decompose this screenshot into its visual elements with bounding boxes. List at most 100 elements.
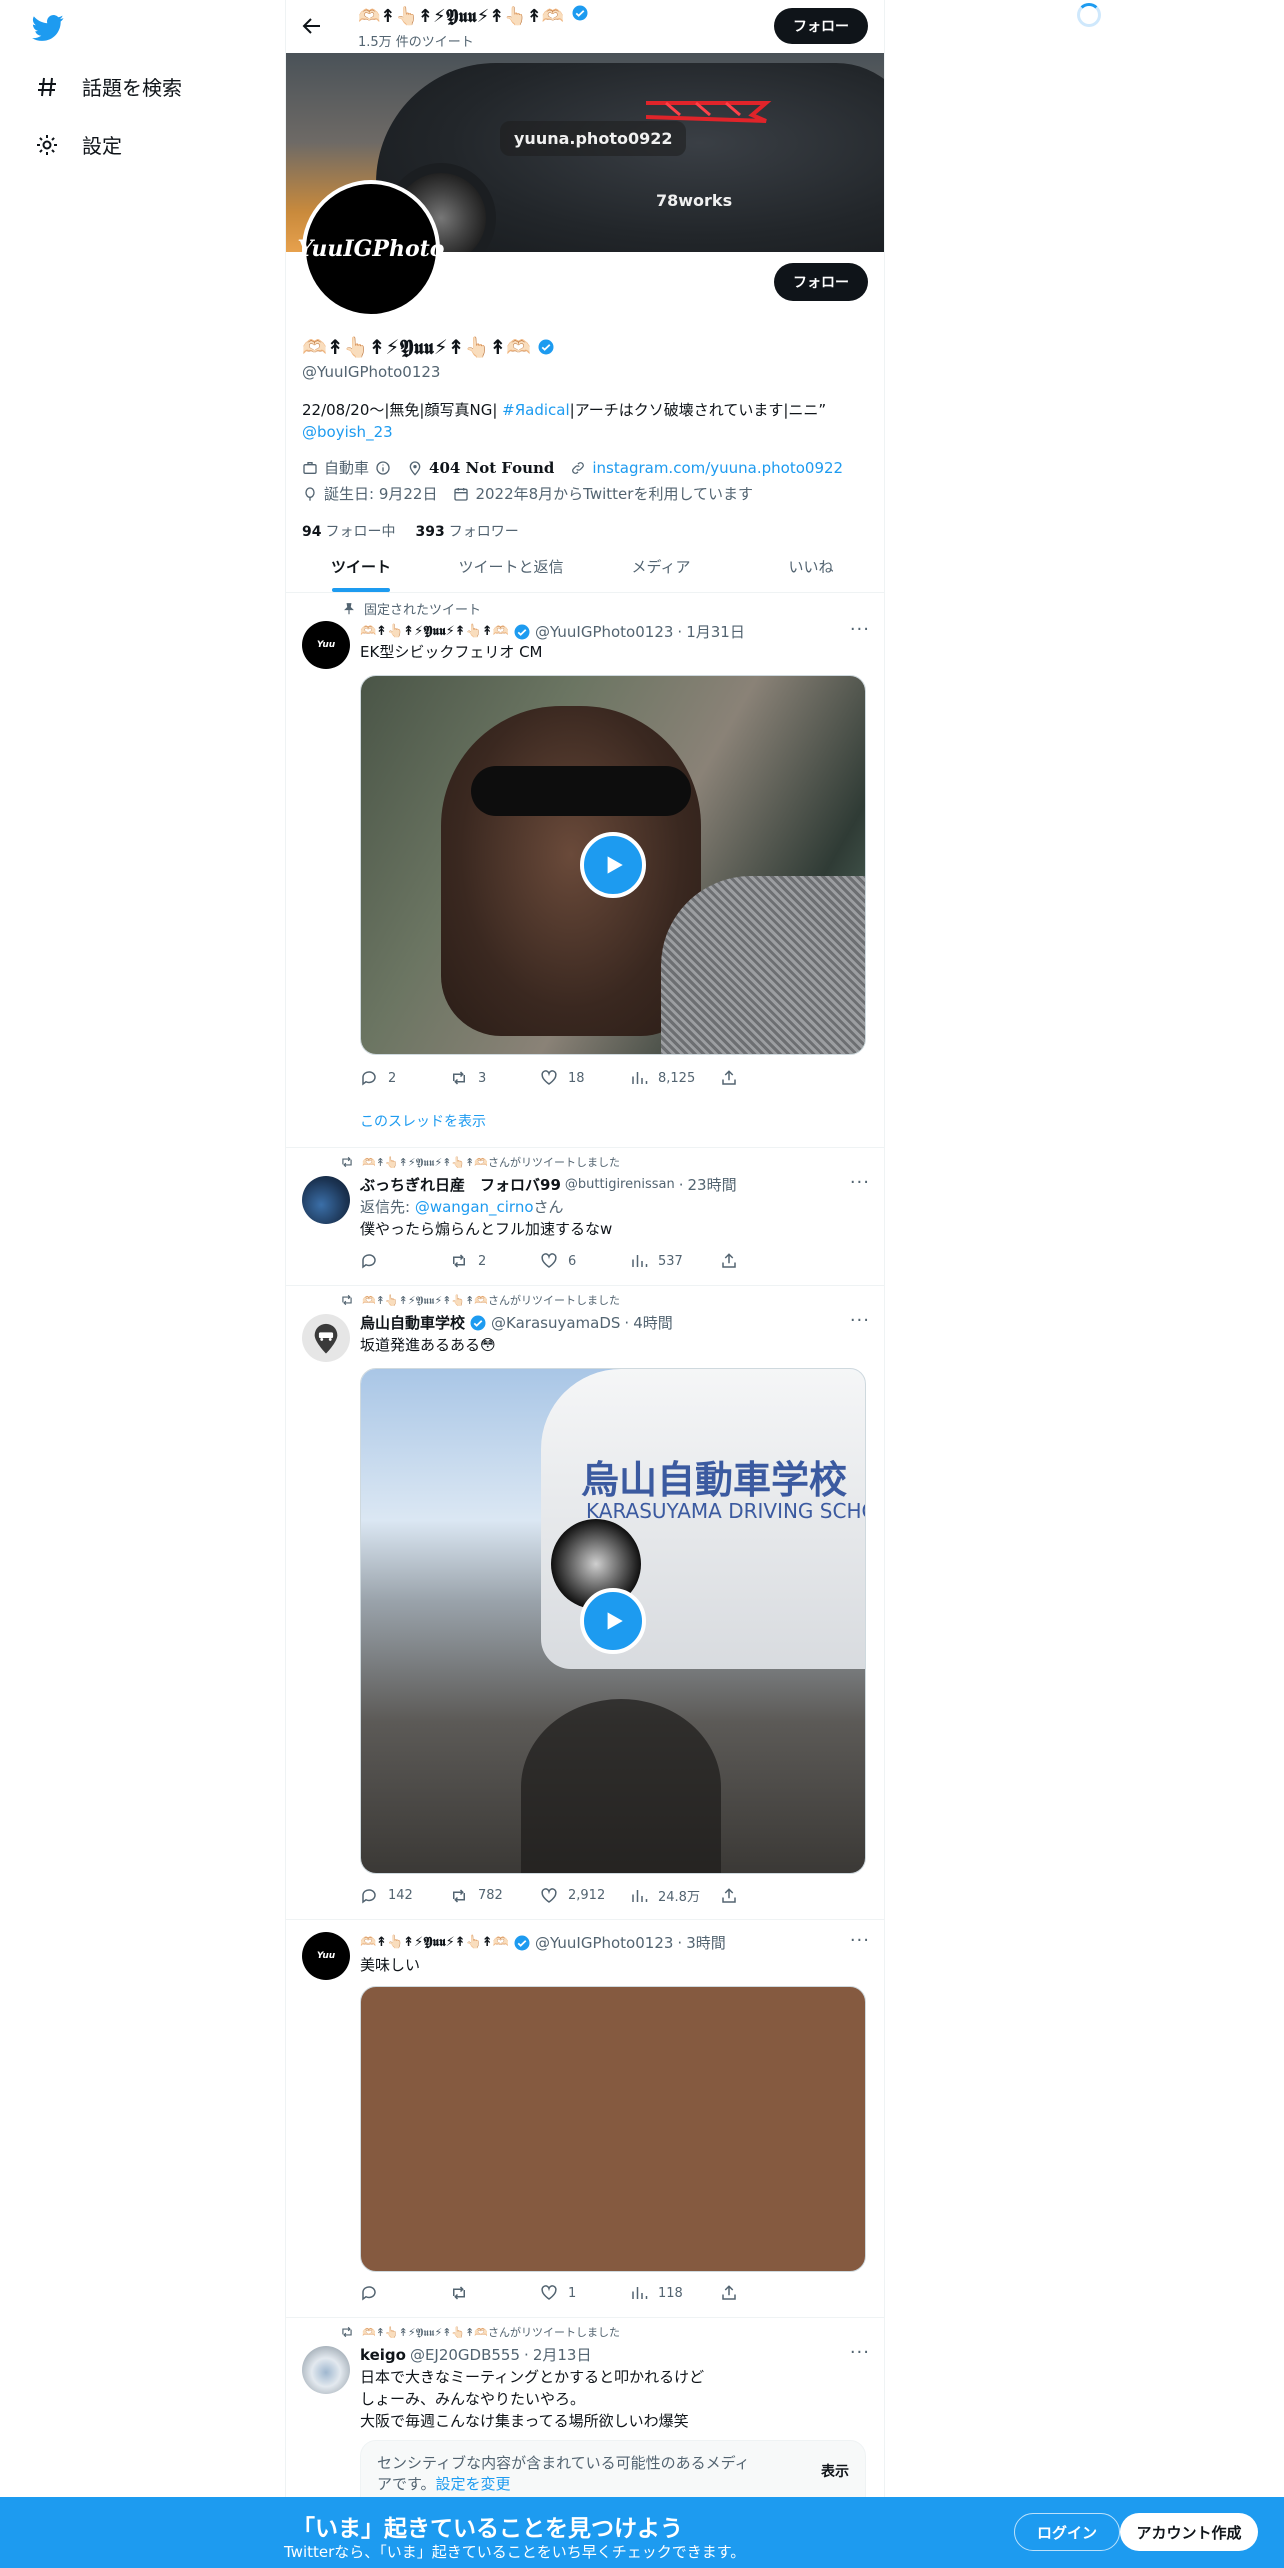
more-options-icon[interactable]: ··· xyxy=(850,1172,870,1193)
reply-action[interactable] xyxy=(360,2284,430,2302)
more-options-icon[interactable]: ··· xyxy=(850,1310,870,1331)
show-media-button[interactable]: 表示 xyxy=(821,2461,849,2481)
tweet-text: 美味しい xyxy=(360,1956,421,1974)
twitter-logo-icon[interactable] xyxy=(30,12,66,44)
profile-birthday: 誕生日: 9月22日 xyxy=(302,483,437,505)
tweet-header: keigo @EJ20GDB555 · 2月13日 xyxy=(360,2344,592,2365)
reply-action[interactable] xyxy=(360,1252,430,1270)
back-arrow-icon[interactable] xyxy=(300,14,324,38)
views-action[interactable]: 537 xyxy=(630,1252,700,1270)
tweet-time[interactable]: 4時間 xyxy=(633,1312,673,1333)
tweet-retweet-nissan[interactable]: 🫶🏻↟👆🏻↟⚡𝖄𝖚𝖚⚡↟👆🏻↟🫶🏻さんがリツイートしました ぶっちぎれ日産 フォ… xyxy=(286,1148,884,1286)
like-action[interactable]: 6 xyxy=(540,1252,610,1270)
like-action[interactable]: 1 xyxy=(540,2284,610,2302)
retweet-action[interactable]: 3 xyxy=(450,1069,520,1087)
views-action[interactable]: 8,125 xyxy=(630,1069,700,1087)
play-button-icon[interactable] xyxy=(580,832,646,898)
views-chart-icon xyxy=(632,2287,648,2299)
views-action[interactable]: 24.8万 xyxy=(630,1886,700,1905)
nav-explore[interactable]: 話題を検索 xyxy=(34,72,182,101)
signup-subtitle: Twitterなら、「いま」起きていることをいち早くチェックできます。 xyxy=(284,2543,746,2561)
more-options-icon[interactable]: ··· xyxy=(850,2342,870,2363)
tweet-food[interactable]: Yuu 🫶🏻↟👆🏻↟⚡𝖄𝖚𝖚⚡↟👆🏻↟🫶🏻 @YuuIGPhoto0123 · 3… xyxy=(286,1920,884,2318)
tweet-count: 1.5万 件のツイート xyxy=(358,35,474,50)
tweet-text: 坂道発進あるある😳 xyxy=(360,1336,496,1354)
calendar-icon xyxy=(454,488,469,501)
share-action[interactable] xyxy=(720,2284,790,2302)
views-chart-icon xyxy=(632,1072,648,1084)
retweet-label: 🫶🏻↟👆🏻↟⚡𝖄𝖚𝖚⚡↟👆🏻↟🫶🏻さんがリツイートしました xyxy=(342,1154,620,1170)
link-icon xyxy=(572,462,585,474)
tweet-avatar[interactable]: Yuu xyxy=(302,621,350,669)
bio-mention-link[interactable]: @boyish_23 xyxy=(302,423,393,441)
heart-icon xyxy=(541,1253,557,1268)
signup-title: 「いま」起きていることを見つけよう xyxy=(292,2516,683,2542)
video-sunglasses-shape xyxy=(471,766,691,816)
more-options-icon[interactable]: ··· xyxy=(850,1930,870,1951)
banner-caption-works: 78works xyxy=(656,191,733,210)
reply-icon xyxy=(362,1071,376,1086)
play-button-icon[interactable] xyxy=(580,1588,646,1654)
retweet-icon xyxy=(453,2286,465,2300)
tab-media[interactable]: メディア xyxy=(586,540,736,592)
show-thread-link[interactable]: このスレッドを表示 xyxy=(360,1111,860,1133)
tweet-time[interactable]: 1月31日 xyxy=(686,621,745,642)
tweet-pinned[interactable]: 固定されたツイート Yuu 🫶🏻↟👆🏻↟⚡𝖄𝖚𝖚⚡↟👆🏻↟🫶🏻 @YuuIGPh… xyxy=(286,593,884,1148)
bio-hashtag-link[interactable]: #Яadical xyxy=(502,401,569,419)
more-options-icon[interactable]: ··· xyxy=(850,619,870,640)
retweet-action[interactable] xyxy=(450,2284,520,2302)
profile-follow-button[interactable]: フォロー xyxy=(774,263,868,301)
share-action[interactable] xyxy=(720,1069,790,1087)
login-button[interactable]: ログイン xyxy=(1014,2513,1120,2551)
tweet-image[interactable] xyxy=(360,1986,866,2272)
tweet-time[interactable]: 2月13日 xyxy=(533,2344,592,2365)
like-action[interactable]: 2,912 xyxy=(540,1886,610,1905)
tweet-header: 烏山自動車学校 @KarasuyamaDS · 4時間 xyxy=(360,1312,673,1333)
reply-icon xyxy=(362,2286,376,2301)
tab-likes[interactable]: いいね xyxy=(736,540,884,592)
info-icon[interactable] xyxy=(375,460,391,476)
reply-action[interactable]: 142 xyxy=(360,1886,430,1905)
following-link[interactable]: 94 フォロー中 xyxy=(302,521,395,541)
tweet-video[interactable]: 烏山自動車学校 KARASUYAMA DRIVING SCHO xyxy=(360,1368,866,1874)
share-action[interactable] xyxy=(720,1886,790,1905)
retweet-action[interactable]: 782 xyxy=(450,1886,520,1905)
tweet-avatar[interactable] xyxy=(302,1314,350,1362)
profile-handle: @YuuIGPhoto0123 xyxy=(302,363,441,381)
profile-header: 🫶🏻↟👆🏻↟⚡𝖄𝖚𝖚⚡↟👆🏻↟🫶🏻 1.5万 件のツイート フォロー xyxy=(286,0,884,53)
profile-tabs: ツイート ツイートと返信 メディア いいね xyxy=(286,540,884,593)
reply-action[interactable]: 2 xyxy=(360,1069,430,1087)
verified-badge-icon xyxy=(470,1315,486,1330)
tweet-avatar[interactable]: Yuu xyxy=(302,1932,350,1980)
tweet-retweet-karasuyama[interactable]: 🫶🏻↟👆🏻↟⚡𝖄𝖚𝖚⚡↟👆🏻↟🫶🏻さんがリツイートしました 烏山自動車学校 @K… xyxy=(286,1286,884,1920)
tab-tweets[interactable]: ツイート xyxy=(286,540,436,592)
tweet-avatar[interactable] xyxy=(302,2346,350,2394)
followers-link[interactable]: 393 フォロワー xyxy=(415,521,518,541)
profile-avatar[interactable]: YuuIGPhoto xyxy=(298,180,444,318)
reply-icon xyxy=(362,1888,376,1903)
share-action[interactable] xyxy=(720,1252,790,1270)
tweet-video[interactable] xyxy=(360,675,866,1055)
left-nav: 話題を検索 設定 xyxy=(0,0,285,2568)
profile-meta: 自動車 𝟒𝟎𝟒 𝐍𝐨𝐭 𝐅𝐨𝐮𝐧𝐝 instagram.com/yuuna.ph… xyxy=(302,457,872,505)
tweet-header: 🫶🏻↟👆🏻↟⚡𝖄𝖚𝖚⚡↟👆🏻↟🫶🏻 @YuuIGPhoto0123 · 3時間 xyxy=(360,1932,726,1953)
nav-settings[interactable]: 設定 xyxy=(34,130,122,159)
profile-joined: 2022年8月からTwitterを利用しています xyxy=(453,483,753,505)
tab-tweets-and-replies[interactable]: ツイートと返信 xyxy=(436,540,586,592)
change-settings-link[interactable]: 設定を変更 xyxy=(436,2475,511,2493)
like-action[interactable]: 18 xyxy=(540,1069,610,1087)
retweet-action[interactable]: 2 xyxy=(450,1252,520,1270)
tweet-time[interactable]: 23時間 xyxy=(688,1174,737,1195)
heart-icon xyxy=(541,1887,557,1903)
header-name: 🫶🏻↟👆🏻↟⚡𝖄𝖚𝖚⚡↟👆🏻↟🫶🏻 xyxy=(358,4,589,27)
header-follow-button[interactable]: フォロー xyxy=(774,8,868,44)
profile-url[interactable]: instagram.com/yuuna.photo0922 xyxy=(570,457,843,479)
tweet-time[interactable]: 3時間 xyxy=(686,1932,726,1953)
media-school-name-en: KARASUYAMA DRIVING SCHO xyxy=(586,1499,866,1523)
nav-explore-label: 話題を検索 xyxy=(82,76,182,100)
signup-button[interactable]: アカウント作成 xyxy=(1120,2513,1258,2551)
tweet-avatar[interactable] xyxy=(302,1176,350,1224)
verified-badge-icon xyxy=(538,339,554,355)
views-action[interactable]: 118 xyxy=(630,2284,700,2302)
reply-to-link[interactable]: @wangan_cirno xyxy=(415,1198,534,1216)
